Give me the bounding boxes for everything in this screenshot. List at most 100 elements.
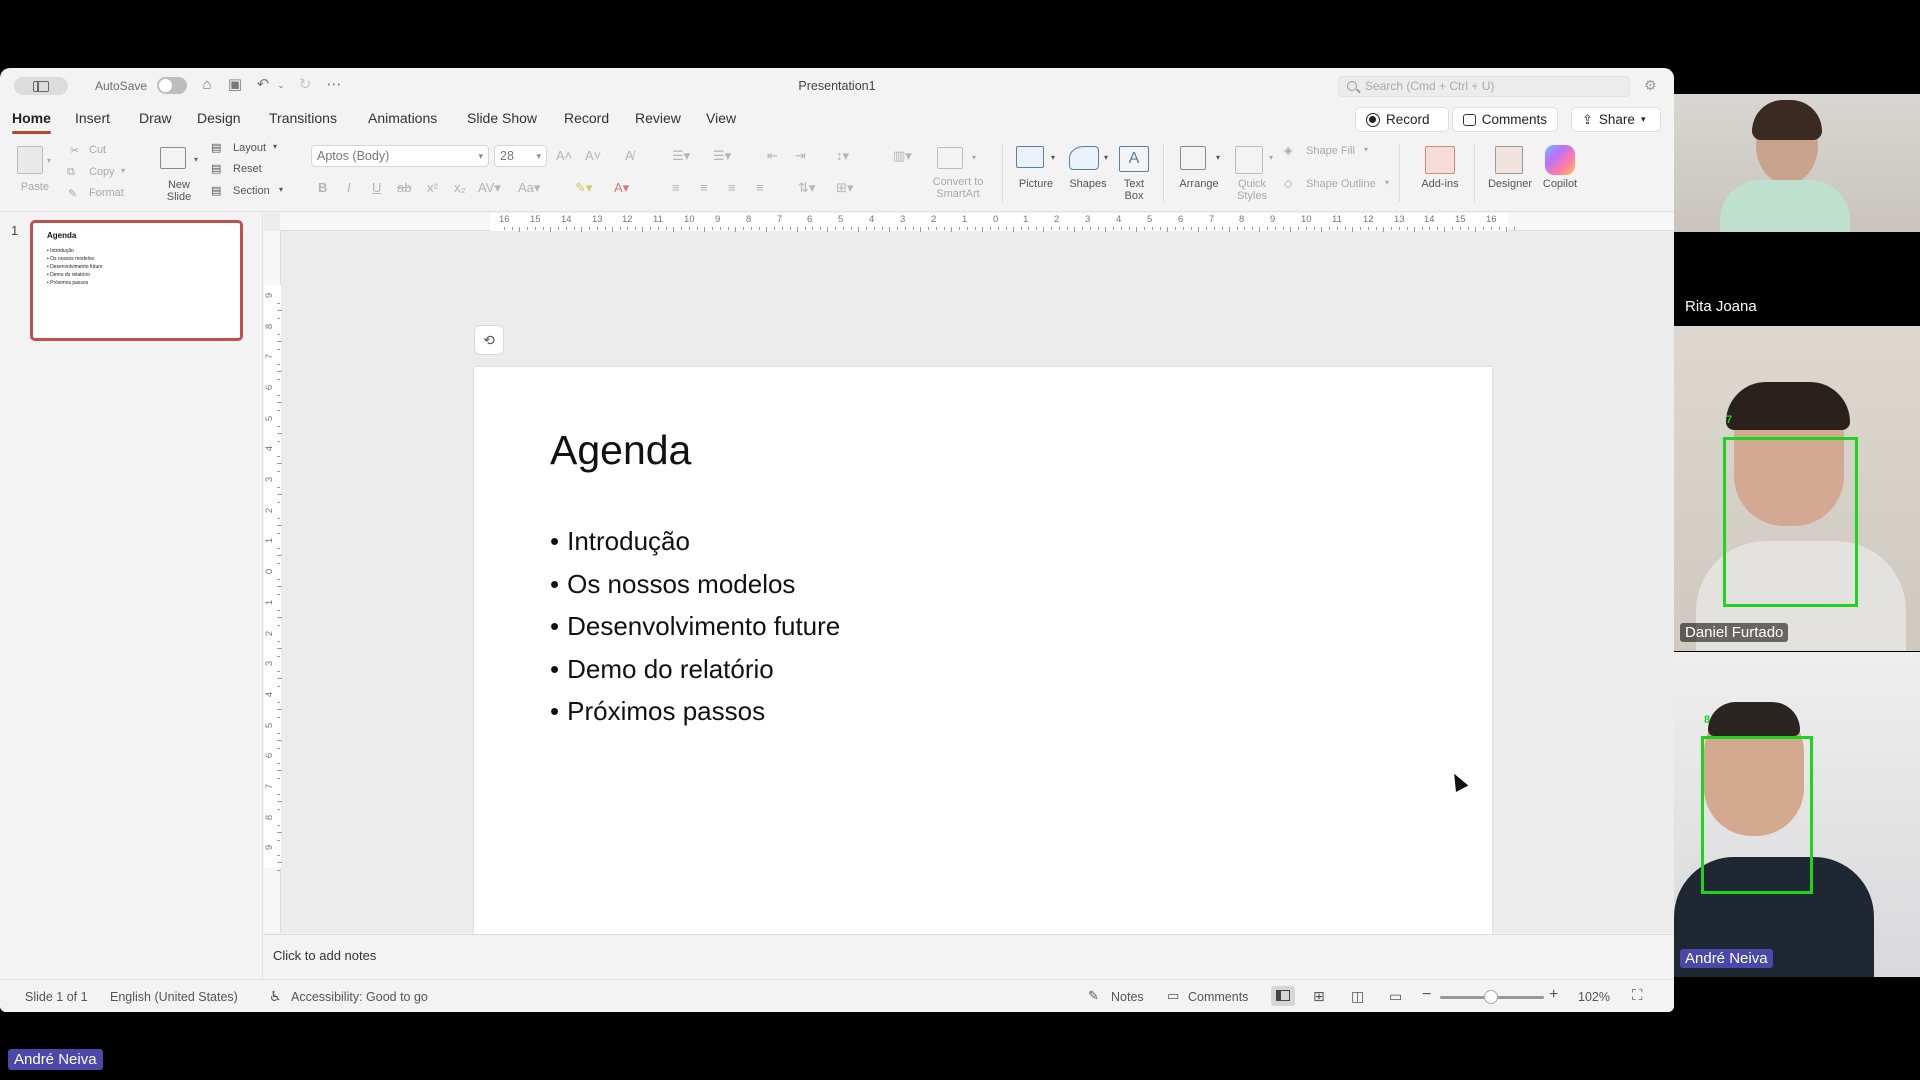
copilot-float-button[interactable]: ⟲ (474, 325, 504, 355)
reading-view-button[interactable]: ◫ (1347, 986, 1371, 1006)
tab-insert[interactable]: Insert (75, 110, 110, 126)
tab-draw[interactable]: Draw (139, 110, 172, 126)
align-center-icon[interactable]: ≡ (700, 180, 708, 195)
align-right-icon[interactable]: ≡ (728, 180, 736, 195)
italic-icon[interactable]: I (347, 180, 351, 195)
subscript-icon[interactable]: x₂ (454, 180, 466, 195)
chevron-down-icon: ▾ (273, 142, 278, 151)
columns-icon[interactable]: ▥▾ (893, 148, 912, 164)
ribbon-separator (1474, 144, 1475, 202)
character-spacing-icon[interactable]: AV▾ (478, 180, 501, 196)
justify-icon[interactable]: ≡ (756, 180, 764, 195)
arrange-icon (1180, 146, 1206, 170)
line-spacing-icon[interactable]: ↕▾ (836, 148, 849, 164)
highlight-icon[interactable]: ✎▾ (575, 180, 592, 196)
chevron-down-icon: ▾ (1640, 114, 1646, 124)
slide-title[interactable]: Agenda (550, 427, 691, 474)
zoom-in-button[interactable]: + (1549, 986, 1558, 1004)
convert-smartart-button[interactable]: Convert to SmartArt (925, 176, 991, 200)
align-left-icon[interactable]: ≡ (672, 180, 680, 195)
superscript-icon[interactable]: x² (427, 180, 438, 195)
quick-styles-button[interactable]: Quick Styles (1228, 178, 1276, 202)
slide-sorter-button[interactable]: ⊞ (1309, 986, 1333, 1006)
format-painter-button[interactable]: Format (89, 187, 124, 199)
font-name-select[interactable]: Aptos (Body) ▾ (311, 145, 489, 167)
layout-button[interactable]: Layout (233, 142, 266, 154)
ruler-number: 12 (622, 214, 633, 225)
designer-button[interactable]: Designer (1484, 178, 1536, 190)
paste-button[interactable]: Paste (12, 181, 58, 193)
section-button[interactable]: Section (233, 185, 270, 197)
accessibility-button[interactable]: Accessibility: Good to go (291, 990, 428, 1004)
increase-indent-icon[interactable]: ⇥ (795, 148, 806, 164)
record-button[interactable]: Record (1355, 107, 1449, 132)
copy-button[interactable]: Copy (89, 166, 115, 178)
participant-hair (1708, 702, 1800, 736)
designer-icon (1495, 146, 1523, 174)
comments-status-button[interactable]: Comments (1188, 990, 1248, 1004)
zoom-out-button[interactable]: − (1422, 986, 1431, 1004)
normal-view-button[interactable] (1271, 986, 1295, 1006)
shape-fill-button[interactable]: Shape Fill (1306, 145, 1355, 157)
ruler-tick (277, 686, 280, 687)
underline-icon[interactable]: U (372, 180, 381, 195)
slide-thumbnail[interactable]: Agenda • Introdução • Os nossos modelos … (30, 220, 243, 341)
share-settings-icon[interactable]: ⚙ (1644, 77, 1662, 95)
numbering-icon[interactable]: ☰▾ (713, 148, 731, 164)
ruler-tick (1345, 227, 1346, 230)
tab-record[interactable]: Record (564, 110, 609, 126)
tab-animations[interactable]: Animations (368, 110, 437, 126)
ruler-tick (1290, 227, 1291, 232)
picture-button[interactable]: Picture (1010, 178, 1062, 190)
notes-pane[interactable]: Click to add notes (264, 934, 1674, 979)
tab-review[interactable]: Review (635, 110, 681, 126)
arrange-button[interactable]: Arrange (1174, 178, 1224, 190)
language-button[interactable]: English (United States) (110, 990, 238, 1004)
slide-bullet-list[interactable]: Introdução Os nossos modelos Desenvolvim… (550, 520, 840, 733)
reset-button[interactable]: Reset (233, 163, 262, 175)
fit-to-window-icon[interactable]: ⛶ (1632, 987, 1643, 1004)
change-case-icon[interactable]: Aa▾ (518, 180, 540, 196)
slide-show-button[interactable]: ▭ (1385, 986, 1409, 1006)
ruler-tick (944, 227, 945, 230)
ruler-tick (650, 227, 651, 230)
clear-formatting-icon[interactable]: A̸ (625, 148, 634, 163)
ruler-tick (1222, 227, 1223, 230)
copilot-button[interactable]: Copilot (1536, 178, 1584, 190)
increase-font-icon[interactable]: A˄ (556, 148, 572, 163)
strikethrough-icon[interactable]: ab (397, 180, 411, 195)
tab-transitions[interactable]: Transitions (269, 110, 337, 126)
tab-design[interactable]: Design (197, 110, 241, 126)
ruler-number: 8 (1239, 214, 1245, 225)
ruler-tick (1129, 227, 1130, 230)
font-color-icon[interactable]: A▾ (614, 180, 629, 196)
tab-view[interactable]: View (706, 110, 736, 126)
ruler-tick (277, 840, 280, 841)
tab-home[interactable]: Home (12, 110, 51, 134)
bullets-icon[interactable]: ☰▾ (672, 148, 690, 164)
decrease-font-icon[interactable]: A˅ (585, 148, 601, 163)
notes-button[interactable]: Notes (1111, 990, 1144, 1004)
thumbnail-item: • Introdução (47, 248, 74, 254)
cut-button[interactable]: Cut (89, 144, 106, 156)
share-button[interactable]: ⇪ Share ▾ (1571, 107, 1661, 132)
align-text-icon[interactable]: ⊞▾ (836, 180, 853, 196)
text-direction-icon[interactable]: ⇅▾ (798, 180, 815, 196)
tab-slide-show[interactable]: Slide Show (467, 110, 537, 126)
new-slide-button[interactable]: New Slide (158, 179, 200, 203)
shape-outline-button[interactable]: Shape Outline (1306, 178, 1376, 190)
ruler-tick (681, 227, 682, 230)
comments-button[interactable]: Comments (1452, 107, 1558, 132)
shapes-button[interactable]: Shapes (1063, 178, 1113, 190)
bold-icon[interactable]: B (318, 180, 327, 195)
slide-canvas[interactable]: Agenda Introdução Os nossos modelos Dese… (474, 367, 1492, 940)
font-size-select[interactable]: 28 ▾ (494, 145, 547, 167)
zoom-level[interactable]: 102% (1578, 990, 1610, 1004)
decrease-indent-icon[interactable]: ⇤ (767, 148, 778, 164)
ruler-tick (1051, 227, 1052, 230)
add-ins-button[interactable]: Add-ins (1414, 178, 1466, 190)
text-box-button[interactable]: Text Box (1114, 178, 1154, 202)
ruler-tick (277, 341, 282, 342)
search-input[interactable]: Search (Cmd + Ctrl + U) (1338, 76, 1630, 97)
zoom-slider-thumb[interactable] (1484, 990, 1498, 1004)
